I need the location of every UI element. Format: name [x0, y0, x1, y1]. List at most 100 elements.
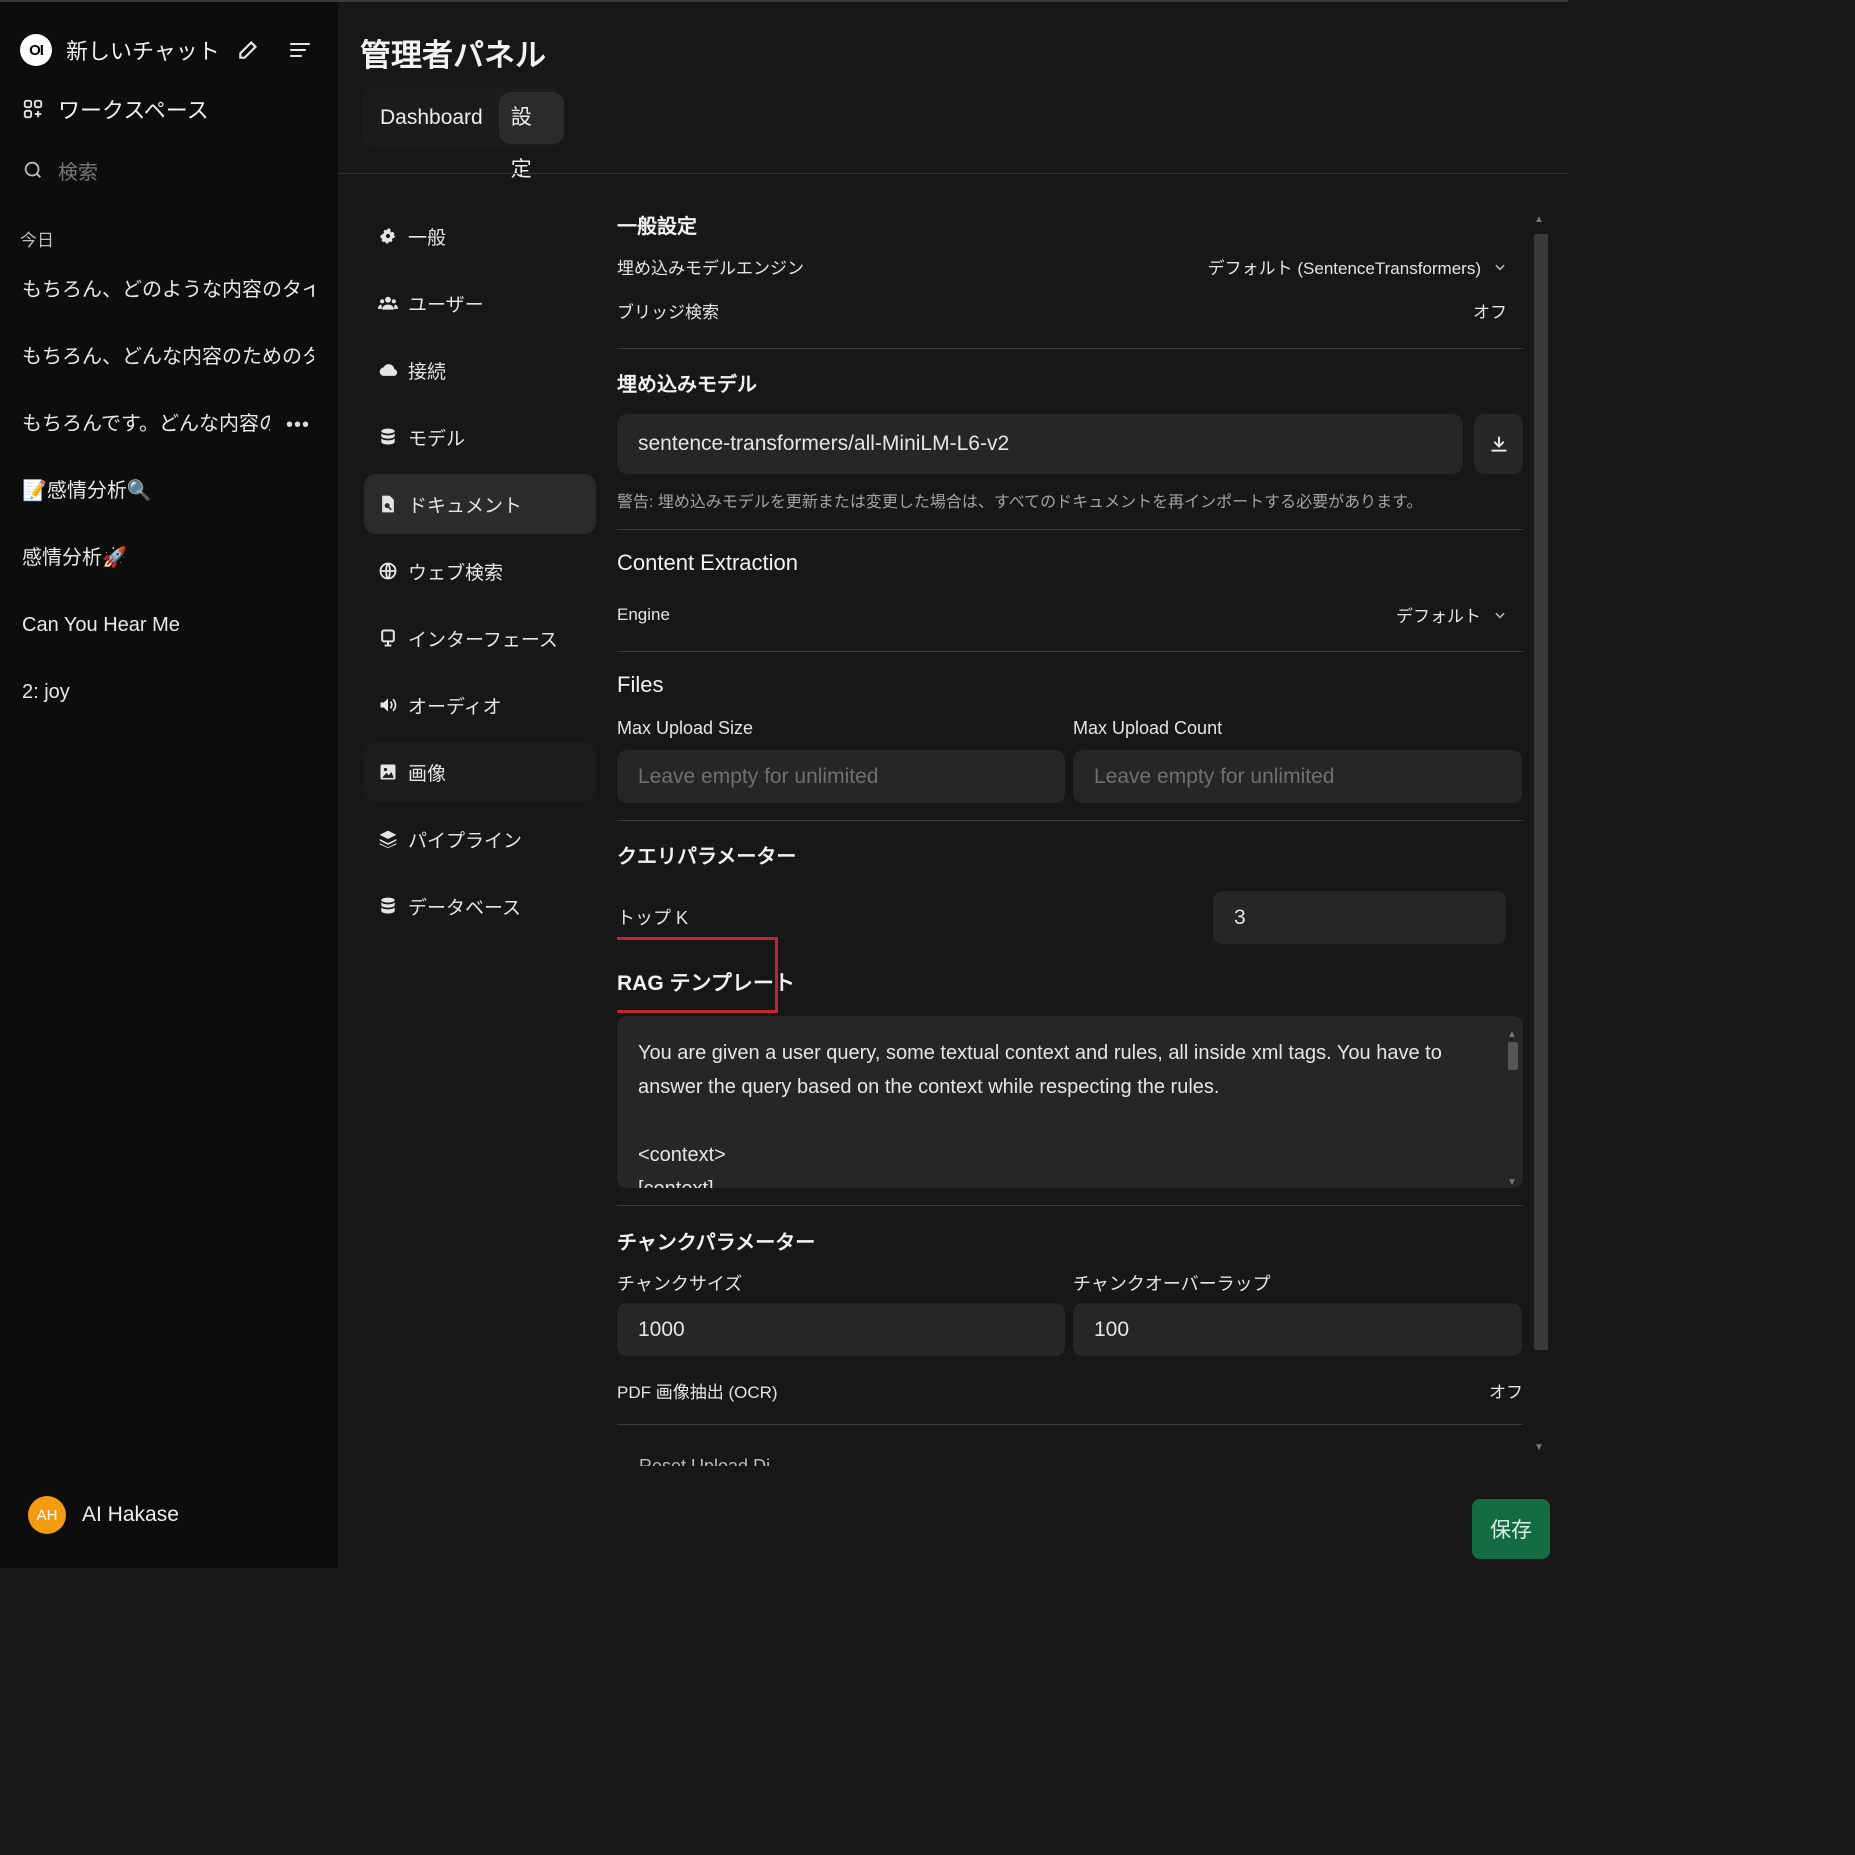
nav-label: パイプライン: [408, 830, 523, 852]
chevron-down-icon: [1495, 264, 1505, 271]
download-icon: [1490, 436, 1507, 452]
save-button[interactable]: 保存: [1472, 1499, 1550, 1559]
header-divider: [338, 173, 1568, 174]
user-menu[interactable]: AH AI Hakase: [28, 1496, 179, 1534]
divider: [617, 529, 1523, 530]
divider: [617, 651, 1523, 652]
embedding-model-input[interactable]: sentence-transformers/all-MiniLM-L6-v2: [617, 414, 1463, 474]
embedding-engine-value: デフォルト (SentenceTransformers): [1207, 259, 1481, 278]
globe-icon: [379, 562, 397, 580]
nav-item-database[interactable]: データベース: [364, 876, 596, 936]
divider: [617, 820, 1523, 821]
new-chat-button[interactable]: 新しいチャット: [66, 34, 220, 66]
documents-settings: 一般設定 埋め込みモデルエンジン デフォルト (SentenceTransfor…: [617, 202, 1523, 1466]
new-chat-edit-icon[interactable]: [236, 36, 262, 62]
content-extraction-title: Content Extraction: [617, 550, 798, 575]
app-logo[interactable]: OI: [20, 34, 52, 66]
embedding-engine-row: 埋め込みモデルエンジン デフォルト (SentenceTransformers): [617, 254, 1507, 279]
scroll-down-arrow[interactable]: ▼: [1507, 1166, 1517, 1188]
nav-item-models[interactable]: モデル: [364, 407, 596, 467]
image-icon: [380, 764, 396, 780]
nav-item-audio[interactable]: オーディオ: [364, 675, 596, 735]
nav-item-documents[interactable]: ドキュメント: [364, 474, 596, 534]
sidebar-header: OI 新しいチャット: [20, 30, 320, 70]
nav-label: モデル: [408, 428, 466, 450]
nav-item-pipelines[interactable]: パイプライン: [364, 809, 596, 869]
nav-label: インターフェース: [408, 629, 558, 651]
nav-item-images[interactable]: 画像: [364, 742, 596, 802]
chat-item[interactable]: もちろん、どのような内容のタイトルを作成: [22, 274, 314, 306]
rag-template-textarea[interactable]: You are given a user query, some textual…: [617, 1016, 1523, 1188]
chat-item[interactable]: 📝感情分析🔍: [22, 475, 314, 507]
sidebar: OI 新しいチャット ワークスペース 検索 今日 もちろん、どのような内容のタイ…: [0, 2, 338, 1568]
rag-template-line: <context>: [638, 1144, 726, 1166]
workspace-link[interactable]: ワークスペース: [22, 92, 209, 126]
textarea-scroll-thumb[interactable]: [1508, 1042, 1518, 1070]
page-title: 管理者パネル: [360, 38, 546, 73]
scroll-down-arrow[interactable]: ▼: [1534, 1442, 1544, 1453]
rag-template-title: RAG テンプレート: [617, 972, 795, 995]
nav-item-interface[interactable]: インターフェース: [364, 608, 596, 668]
database-icon: [381, 428, 395, 445]
sidebar-toggle-icon[interactable]: [288, 38, 312, 62]
nav-label: 画像: [408, 763, 447, 785]
search-input[interactable]: 検索: [58, 156, 98, 185]
files-title: Files: [617, 672, 664, 697]
search-box[interactable]: 検索: [22, 153, 98, 187]
max-upload-size-label: Max Upload Size: [617, 718, 754, 738]
chunk-size-label: チャンクサイズ: [617, 1274, 743, 1294]
chat-item[interactable]: もちろん、どんな内容のためのタイトルを作: [22, 341, 314, 373]
scroll-up-arrow[interactable]: ▲: [1534, 214, 1544, 225]
extraction-engine-select[interactable]: デフォルト: [1396, 602, 1507, 627]
user-name: AI Hakase: [82, 1503, 179, 1526]
embedding-model-title: 埋め込みモデル: [617, 374, 757, 396]
chat-item[interactable]: Can You Hear Me: [22, 609, 314, 641]
nav-item-web-search[interactable]: ウェブ検索: [364, 541, 596, 601]
embedding-engine-select[interactable]: デフォルト (SentenceTransformers): [1208, 254, 1507, 279]
admin-tabs: Dashboard 設定: [362, 88, 564, 181]
rag-template-line: You are given a user query, some textual…: [638, 1042, 1442, 1098]
textarea-scrollbar[interactable]: ▲ ▼: [1503, 1016, 1523, 1188]
extraction-engine-value: デフォルト: [1396, 607, 1481, 626]
top-k-input[interactable]: 3: [1213, 891, 1506, 944]
pdf-ocr-row: PDF 画像抽出 (OCR) オフ: [617, 1378, 1523, 1403]
chat-item[interactable]: 2: joy: [22, 676, 314, 708]
chunk-overlap-input[interactable]: 100: [1073, 1303, 1522, 1356]
scroll-thumb[interactable]: [1534, 234, 1548, 1350]
divider: [617, 348, 1523, 349]
nav-item-general[interactable]: 一般: [364, 206, 596, 266]
chat-item[interactable]: 感情分析🚀: [22, 542, 314, 574]
monitor-icon: [381, 629, 395, 647]
section-today: 今日: [20, 231, 54, 250]
nav-item-users[interactable]: ユーザー: [364, 273, 596, 333]
nav-label: オーディオ: [408, 696, 502, 718]
chat-item[interactable]: もちろんです。どんな内容のタイト: [22, 408, 270, 440]
chunk-size-input[interactable]: 1000: [617, 1303, 1065, 1356]
max-upload-size-input[interactable]: Leave empty for unlimited: [617, 750, 1065, 803]
pdf-ocr-toggle[interactable]: オフ: [1489, 1378, 1523, 1403]
nav-label: データベース: [408, 897, 522, 919]
divider: [617, 1424, 1523, 1425]
nav-label: ユーザー: [408, 294, 484, 316]
chunk-overlap-label: チャンクオーバーラップ: [1073, 1274, 1271, 1294]
extraction-engine-row: Engine デフォルト: [617, 602, 1507, 627]
hybrid-search-row: ブリッジ検索 オフ: [617, 298, 1507, 323]
nav-item-connections[interactable]: 接続: [364, 340, 596, 400]
tab-dashboard[interactable]: Dashboard: [362, 92, 495, 144]
content-scrollbar[interactable]: ▲ ▼: [1530, 210, 1550, 1464]
tab-settings[interactable]: 設定: [498, 92, 564, 181]
chat-more-icon[interactable]: •••: [286, 414, 310, 437]
speaker-icon: [380, 698, 397, 712]
gear-icon: [380, 228, 396, 244]
download-model-button[interactable]: [1474, 414, 1523, 474]
main-panel: 管理者パネル Dashboard 設定 一般 ユーザー 接続 モデル ドキュメン…: [338, 2, 1568, 1568]
users-icon: [378, 296, 398, 310]
nav-label: ドキュメント: [408, 495, 523, 517]
top-k-label: トップ K: [617, 908, 689, 928]
workspace-icon: [23, 99, 43, 119]
max-upload-count-input[interactable]: Leave empty for unlimited: [1073, 750, 1522, 803]
nav-label: 一般: [408, 227, 447, 249]
embedding-warning: 警告: 埋め込みモデルを更新または変更した場合は、すべてのドキュメントを再インポ…: [617, 494, 1423, 511]
hybrid-search-toggle[interactable]: オフ: [1473, 298, 1507, 323]
reset-upload-dir-text[interactable]: Reset Upload Di...: [639, 1456, 785, 1466]
